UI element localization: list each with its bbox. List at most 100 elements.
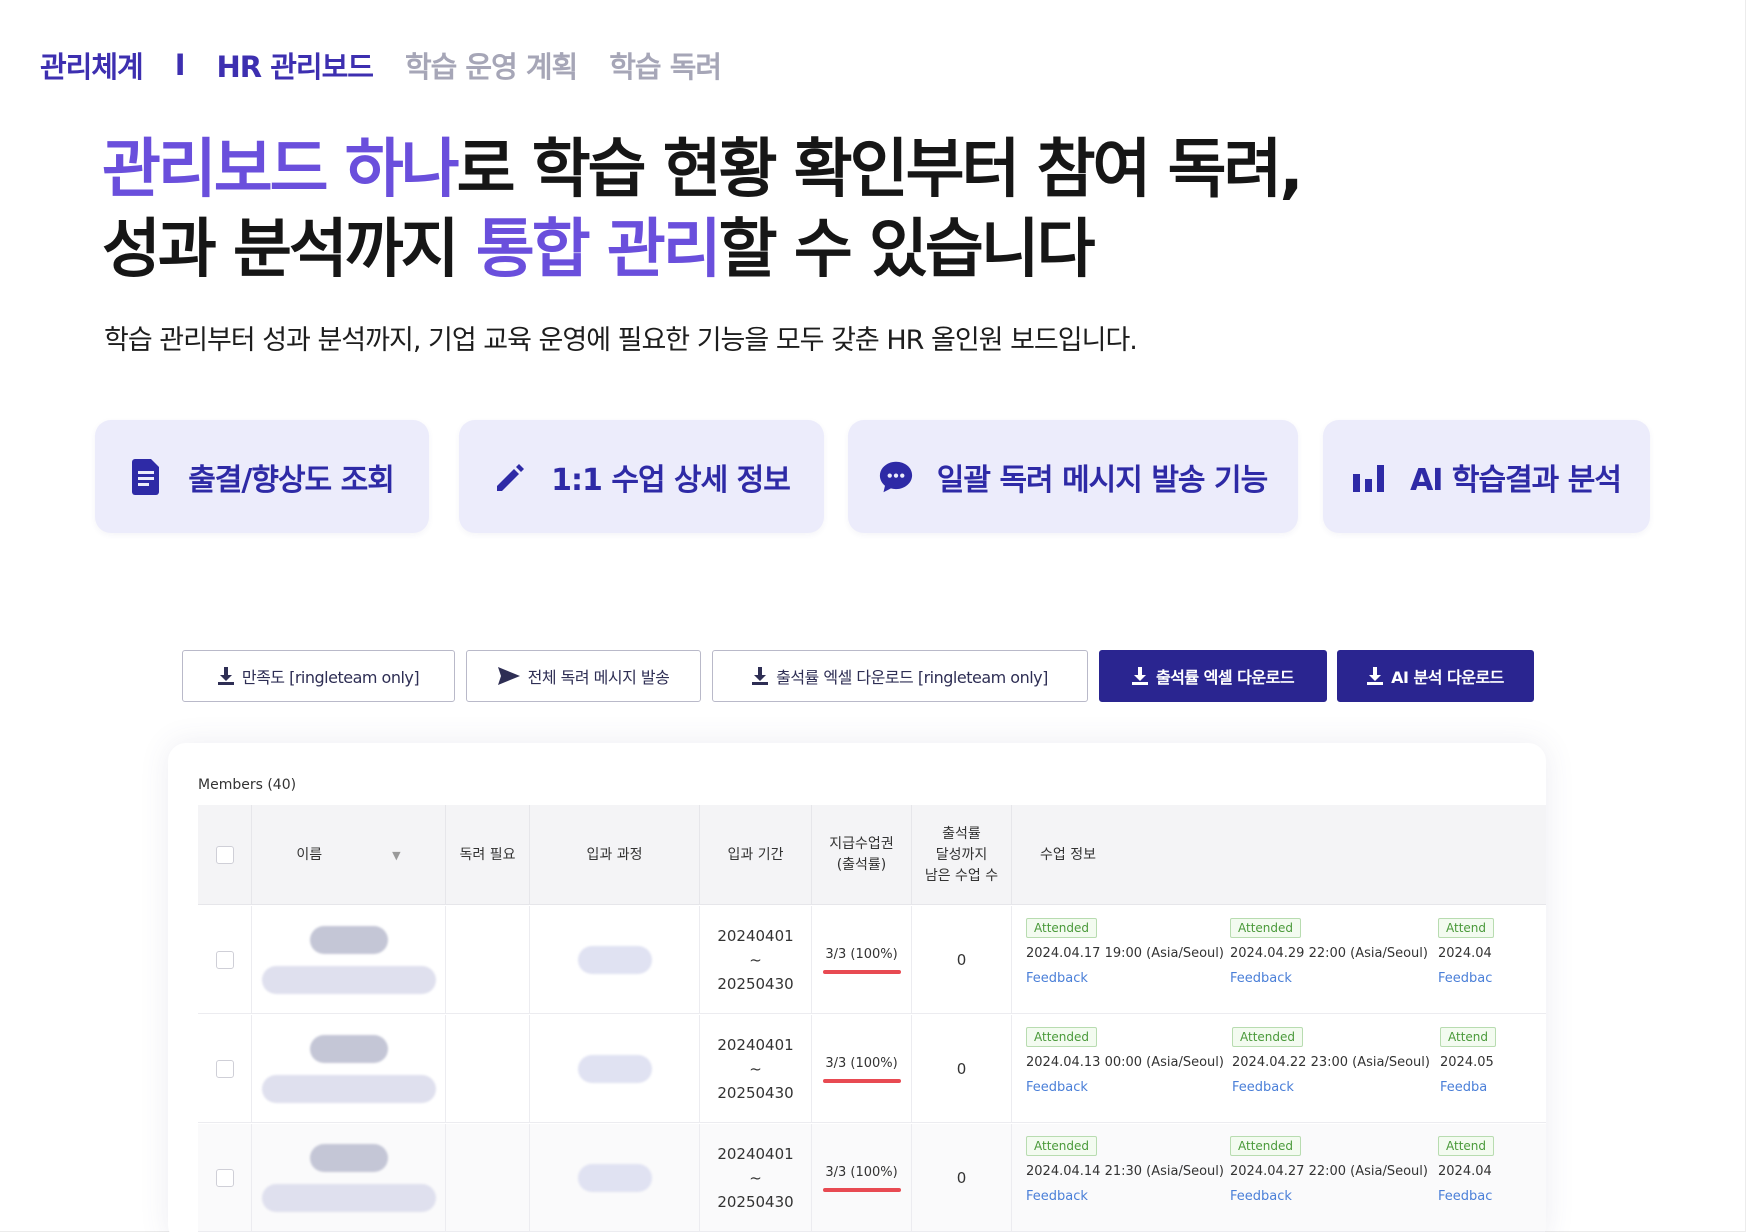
feedback-link[interactable]: Feedbac — [1438, 1189, 1494, 1204]
class-entry: Attend 2024.05 Feedba — [1440, 1015, 1497, 1095]
document-icon — [130, 458, 164, 495]
class-entry: Attended 2024.04.17 19:00 (Asia/Seoul) Fee… — [1026, 906, 1224, 986]
needs-encouragement-cell — [446, 1015, 530, 1123]
attendance-bar — [822, 969, 901, 974]
hero-line2-end: 할 수 있습니다 — [718, 213, 1096, 287]
member-name-redacted — [252, 1015, 446, 1123]
hero-highlight-1: 관리보드 하나 — [102, 133, 460, 207]
send-all-message-button[interactable]: 전체 독려 메시지 발송 — [466, 650, 701, 702]
hero-title: 관리보드 하나로 학습 현황 확인부터 참여 독려, 성과 분석까지 통합 관리… — [102, 130, 1304, 290]
needs-encouragement-cell — [446, 906, 530, 1014]
redacted-email — [261, 1075, 436, 1103]
row-checkbox[interactable] — [215, 1169, 234, 1187]
feedback-link[interactable]: Feedback — [1026, 1080, 1224, 1095]
row-checkbox[interactable] — [215, 1060, 234, 1078]
attendance-rate: 3/3 (100%) — [825, 1164, 898, 1180]
feedback-link[interactable]: Feedback — [1026, 1189, 1224, 1204]
feature-class-details[interactable]: 1:1 수업 상세 정보 — [459, 420, 824, 533]
attendance-excel-button[interactable]: 출석률 엑셀 다운로드 — [1099, 650, 1327, 702]
feedback-link[interactable]: Feedbac — [1438, 971, 1494, 986]
feature-ai-analysis[interactable]: AI 학습결과 분석 — [1323, 420, 1650, 533]
class-date: 2024.04.14 21:30 (Asia/Seoul) — [1026, 1164, 1224, 1179]
member-name-redacted — [252, 906, 446, 1014]
nav-item-hr-board[interactable]: HR 관리보드 — [217, 44, 374, 86]
members-table-card: Members (40) 이름 ▼ 독려 필요 입과 과정 입과 기간 지급수업권… — [168, 743, 1546, 1232]
feature-attendance[interactable]: 출결/향상도 조회 — [95, 420, 429, 533]
button-label: 전체 독려 메시지 발송 — [527, 668, 670, 687]
header-needs-encouragement: 독려 필요 — [446, 805, 530, 905]
feedback-link[interactable]: Feedback — [1230, 1189, 1428, 1204]
header-select-all — [198, 805, 252, 905]
feedback-link[interactable]: Feedback — [1026, 971, 1224, 986]
header-course: 입과 과정 — [530, 805, 700, 905]
redacted-email — [261, 966, 436, 994]
download-icon — [1367, 667, 1384, 685]
class-entry: Attended 2024.04.14 21:30 (Asia/Seoul) Fee… — [1026, 1124, 1224, 1204]
redacted-course — [577, 1055, 652, 1083]
header-class-info: 수업 정보 — [1040, 846, 1096, 863]
redacted-name — [309, 1144, 388, 1172]
period-cell: 20240401 ~20250430 — [700, 906, 812, 1014]
chat-bubble-icon — [879, 460, 913, 494]
pencil-icon — [493, 460, 527, 494]
feedback-link[interactable]: Feedback — [1230, 971, 1428, 986]
class-date: 2024.04 — [1438, 1164, 1492, 1179]
satisfaction-download-button[interactable]: 만족도 [ringleteam only] — [182, 650, 455, 702]
header-period: 입과 기간 — [700, 805, 812, 905]
attendance-bar — [822, 1078, 901, 1083]
row-select — [198, 1015, 252, 1123]
period-start: 20240401 — [717, 1036, 794, 1054]
row-checkbox[interactable] — [215, 951, 234, 969]
button-label: 출석률 엑셀 다운로드 [ringleteam only] — [776, 668, 1048, 687]
class-date: 2024.04.22 23:00 (Asia/Seoul) — [1232, 1055, 1430, 1070]
class-date: 2024.04.17 19:00 (Asia/Seoul) — [1026, 946, 1224, 961]
nav-item-plan[interactable]: 학습 운영 계획 — [405, 44, 578, 86]
feature-label: 1:1 수업 상세 정보 — [551, 462, 791, 498]
nav-item-encourage[interactable]: 학습 독려 — [609, 44, 722, 86]
select-all-checkbox[interactable] — [215, 846, 234, 864]
attendance-excel-team-button[interactable]: 출석률 엑셀 다운로드 [ringleteam only] — [712, 650, 1088, 702]
status-badge: Attend — [1440, 1027, 1497, 1047]
attendance-cell: 3/3 (100%) — [812, 1124, 912, 1232]
status-badge: Attended — [1026, 1027, 1098, 1047]
row-select — [198, 1124, 252, 1232]
download-icon — [217, 667, 234, 685]
feature-bulk-message[interactable]: 일괄 독려 메시지 발송 기능 — [848, 420, 1298, 533]
status-badge: Attended — [1230, 918, 1302, 938]
row-select — [198, 906, 252, 1014]
redacted-email — [261, 1184, 436, 1212]
header-remaining-line1: 출석률 — [942, 825, 981, 842]
status-badge: Attended — [1230, 1136, 1302, 1156]
remaining-cell: 0 — [912, 1124, 1012, 1232]
bar-chart-icon — [1352, 460, 1386, 494]
feedback-link[interactable]: Feedba — [1440, 1080, 1496, 1095]
ai-analysis-download-button[interactable]: AI 분석 다운로드 — [1337, 650, 1534, 702]
period-cell: 20240401 ~20250430 — [700, 1015, 812, 1123]
attendance-rate: 3/3 (100%) — [825, 946, 898, 962]
period-separator: ~ — [749, 951, 762, 969]
nav-item-management[interactable]: 관리체계 — [40, 44, 144, 86]
feature-label: AI 학습결과 분석 — [1410, 462, 1622, 498]
filter-icon[interactable]: ▼ — [392, 845, 400, 866]
class-date: 2024.04.13 00:00 (Asia/Seoul) — [1026, 1055, 1224, 1070]
feature-label: 일괄 독려 메시지 발송 기능 — [936, 462, 1268, 498]
period-end: 20250430 — [717, 975, 794, 993]
feedback-link[interactable]: Feedback — [1232, 1080, 1430, 1095]
class-entry: Attended 2024.04.22 23:00 (Asia/Seoul) Fee… — [1232, 1015, 1430, 1095]
redacted-name — [309, 926, 388, 954]
download-icon — [752, 667, 769, 685]
period-start: 20240401 — [717, 1145, 794, 1163]
attendance-rate: 3/3 (100%) — [825, 1055, 898, 1071]
course-cell — [530, 906, 700, 1014]
header-name[interactable]: 이름 ▼ — [252, 805, 446, 905]
period-separator: ~ — [749, 1060, 762, 1078]
header-remaining-line3: 남은 수업 수 — [924, 867, 999, 884]
class-entry: Attend 2024.04 Feedbac — [1438, 906, 1495, 986]
header-remaining: 출석률 달성까지 남은 수업 수 — [912, 805, 1012, 905]
period-cell: 20240401 ~20250430 — [700, 1124, 812, 1232]
class-info-cell: Attended 2024.04.14 21:30 (Asia/Seoul) Fee… — [1012, 1124, 1546, 1232]
button-label: AI 분석 다운로드 — [1391, 668, 1504, 687]
redacted-course — [577, 946, 652, 974]
class-entry: Attended 2024.04.27 22:00 (Asia/Seoul) Fee… — [1230, 1124, 1428, 1204]
course-cell — [530, 1015, 700, 1123]
